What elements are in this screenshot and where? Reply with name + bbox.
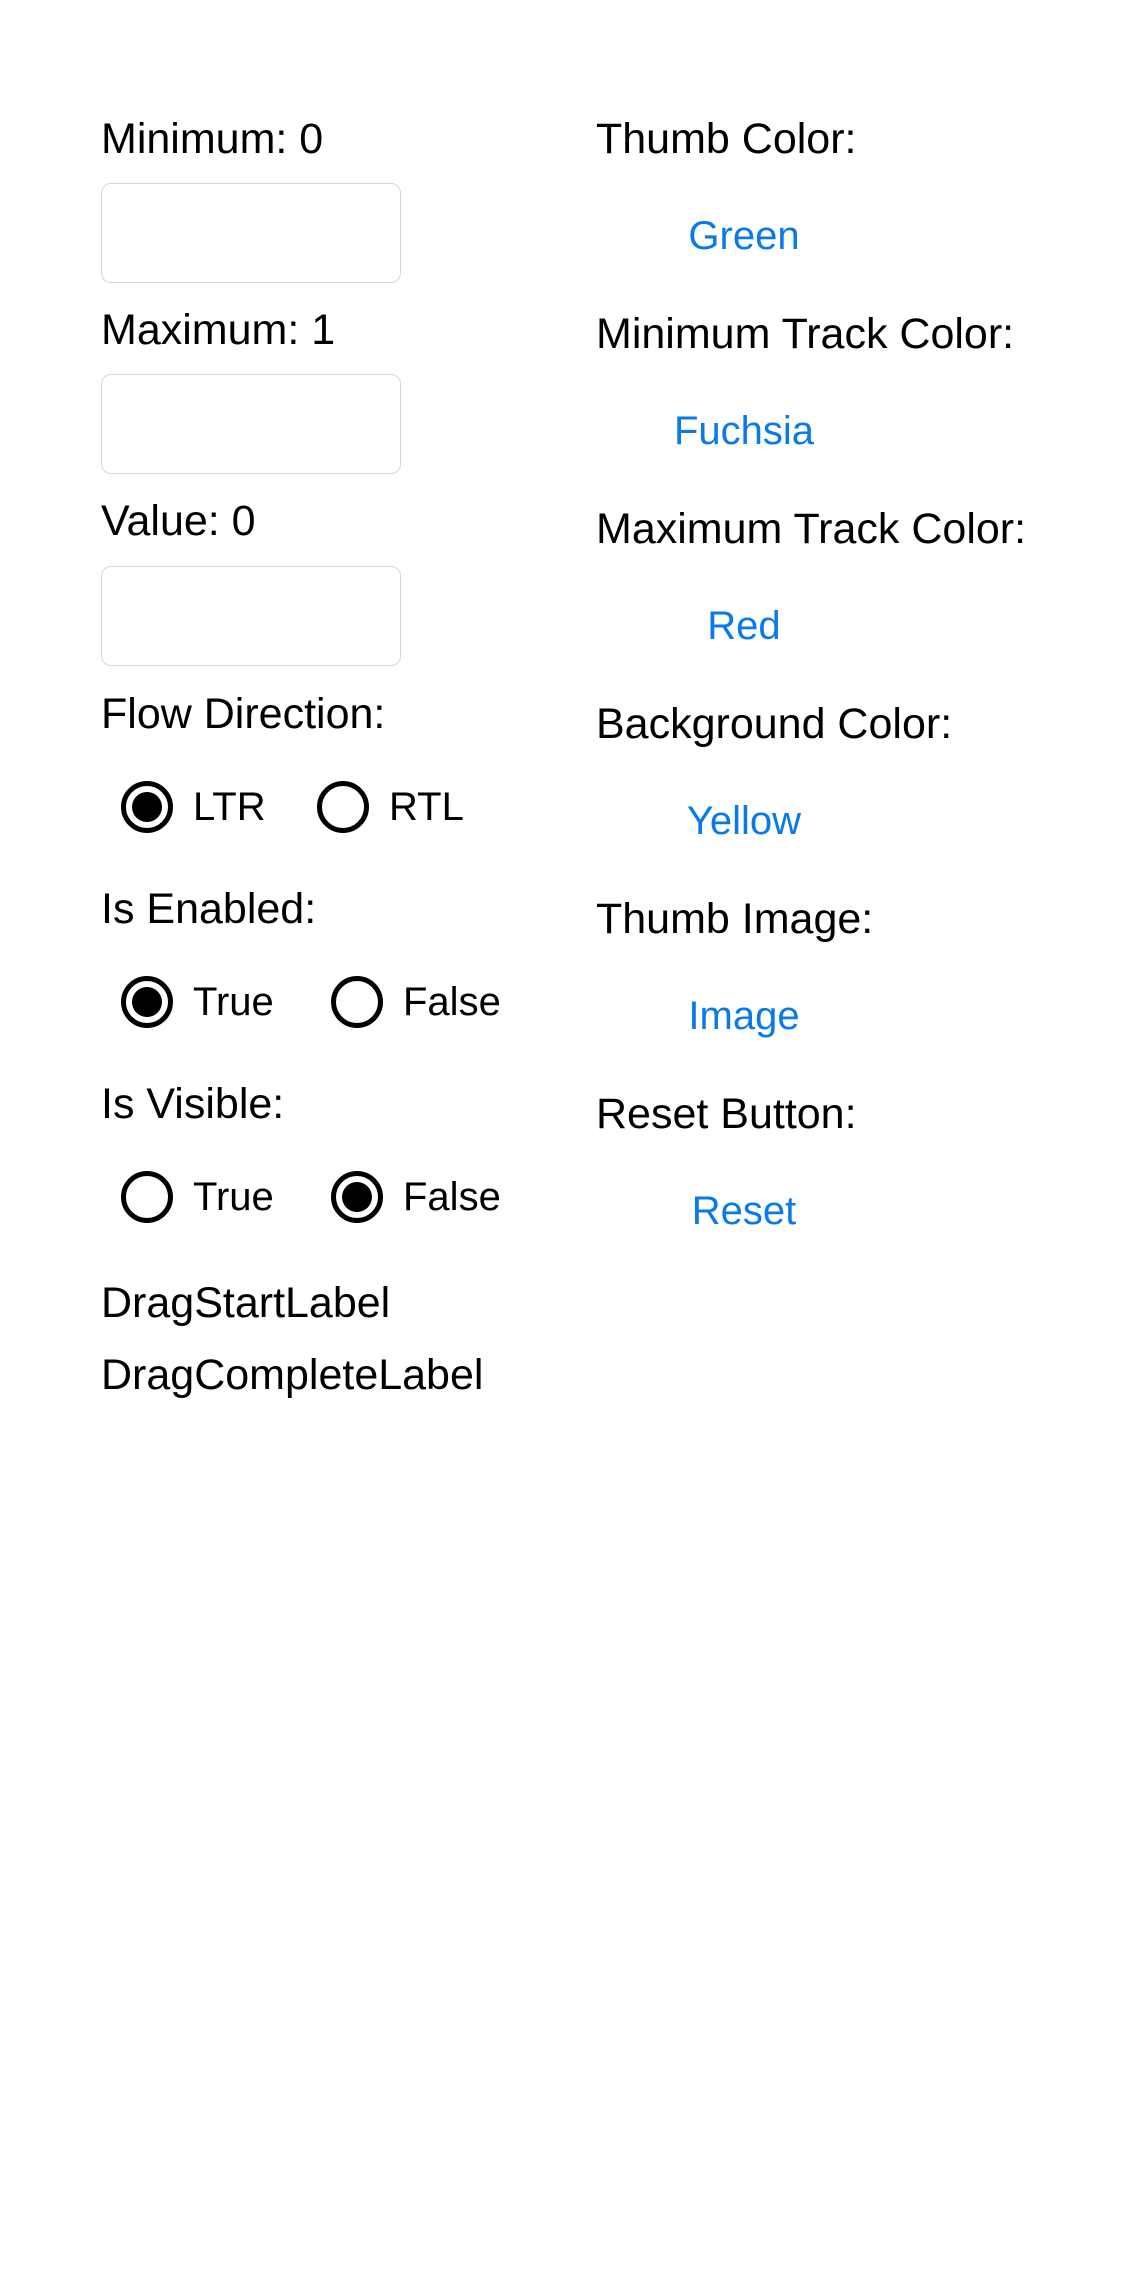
is-enabled-label: Is Enabled: [101,885,317,933]
is-visible-radio-group: True False [101,1162,561,1232]
background-color-label: Background Color: [596,700,953,748]
maximum-field[interactable] [101,374,401,474]
minimum-track-color-button[interactable]: Fuchsia [596,391,892,471]
radio-visible-false-label: False [403,1175,501,1219]
reset-button-label: Reset Button: [596,1090,857,1138]
reset-button[interactable]: Reset [596,1171,892,1251]
radio-ltr[interactable]: LTR [121,772,266,842]
radio-enabled-true[interactable]: True [121,967,274,1037]
is-visible-label: Is Visible: [101,1080,285,1128]
thumb-color-label: Thumb Color: [596,115,857,163]
is-enabled-radio-group: True False [101,967,561,1037]
radio-rtl-label: RTL [389,785,464,829]
thumb-image-button[interactable]: Image [596,976,892,1056]
radio-enabled-false[interactable]: False [331,967,501,1037]
radio-circle-icon[interactable] [331,976,383,1028]
background-color-button[interactable]: Yellow [596,781,892,861]
drag-start-label: DragStartLabel [101,1279,391,1327]
radio-circle-icon[interactable] [331,1171,383,1223]
radio-rtl[interactable]: RTL [317,772,464,842]
value-field[interactable] [101,566,401,666]
radio-ltr-label: LTR [193,785,266,829]
radio-circle-icon[interactable] [121,781,173,833]
radio-circle-icon[interactable] [317,781,369,833]
radio-visible-true[interactable]: True [121,1162,274,1232]
minimum-label: Minimum: 0 [101,115,324,163]
maximum-track-color-button[interactable]: Red [596,586,892,666]
drag-complete-label: DragCompleteLabel [101,1351,484,1399]
minimum-input[interactable] [102,184,400,282]
flow-direction-radio-group: LTR RTL [101,772,561,842]
maximum-label: Maximum: 1 [101,306,336,354]
thumb-image-label: Thumb Image: [596,895,874,943]
flow-direction-label: Flow Direction: [101,690,386,738]
value-label: Value: 0 [101,497,256,545]
value-input[interactable] [102,567,400,665]
minimum-track-color-label: Minimum Track Color: [596,310,1015,358]
radio-enabled-true-label: True [193,980,274,1024]
radio-enabled-false-label: False [403,980,501,1024]
thumb-color-button[interactable]: Green [596,196,892,276]
radio-circle-icon[interactable] [121,1171,173,1223]
radio-circle-icon[interactable] [121,976,173,1028]
maximum-input[interactable] [102,375,400,473]
radio-visible-false[interactable]: False [331,1162,501,1232]
minimum-field[interactable] [101,183,401,283]
radio-visible-true-label: True [193,1175,274,1219]
maximum-track-color-label: Maximum Track Color: [596,505,1027,553]
